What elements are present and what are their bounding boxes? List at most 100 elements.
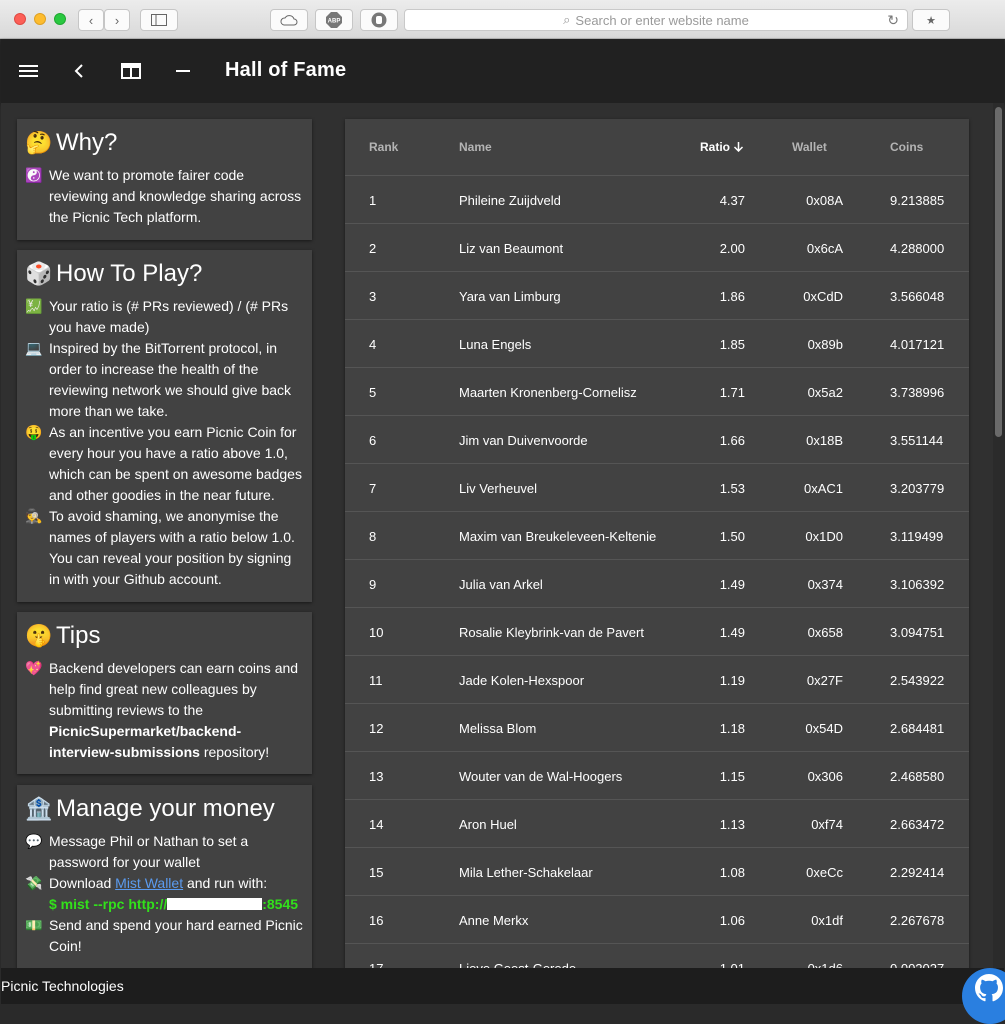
cell-wallet: 0xeCc bbox=[806, 865, 843, 880]
cell-rank: 4 bbox=[369, 337, 377, 352]
yin-yang-icon: ☯️ bbox=[25, 167, 43, 183]
cell-wallet: 0xAC1 bbox=[803, 481, 843, 496]
browser-back-button[interactable]: ‹ bbox=[78, 9, 104, 31]
cell-rank: 10 bbox=[369, 625, 384, 640]
list-item: 🤑 As an incentive you earn Picnic Coin f… bbox=[25, 422, 304, 506]
reload-icon[interactable]: ↻ bbox=[887, 12, 899, 29]
chevron-left-icon bbox=[74, 64, 83, 78]
table-row[interactable]: 15 Mila Lether-Schakelaar 1.08 0xeCc 2.29241… bbox=[345, 848, 969, 896]
cell-coins: 2.543922 bbox=[890, 673, 945, 688]
column-header-wallet[interactable]: Wallet bbox=[792, 140, 827, 154]
table-row[interactable]: 2 Liz van Beaumont 2.00 0x6cA 4.288000 bbox=[345, 224, 969, 272]
hamburger-icon bbox=[19, 65, 38, 77]
cell-rank: 11 bbox=[369, 673, 383, 688]
icloud-tabs-button[interactable] bbox=[270, 9, 308, 31]
extension-button[interactable] bbox=[360, 9, 398, 31]
page-scrollbar[interactable] bbox=[993, 103, 1004, 968]
cell-ratio: 1.71 bbox=[719, 385, 745, 400]
cell-name: Rosalie Kleybrink-van de Pavert bbox=[459, 625, 644, 640]
cell-wallet: 0x27F bbox=[806, 673, 843, 688]
table-row[interactable]: 9 Julia van Arkel 1.49 0x374 3.106392 bbox=[345, 560, 969, 608]
column-header-rank[interactable]: Rank bbox=[369, 140, 398, 154]
leaderboard-table: Rank Name Ratio Wallet Coins 1 Phileine Z… bbox=[345, 119, 969, 968]
table-row[interactable]: 16 Anne Merkx 1.06 0x1df 2.267678 bbox=[345, 896, 969, 944]
footer: Picnic Technologies bbox=[1, 968, 1004, 1004]
table-row[interactable]: 5 Maarten Kronenberg-Cornelisz 1.71 0x5a2 3.… bbox=[345, 368, 969, 416]
column-header-name[interactable]: Name bbox=[459, 140, 492, 154]
table-row[interactable]: 13 Wouter van de Wal-Hoogers 1.15 0x306 2.46… bbox=[345, 752, 969, 800]
table-row[interactable]: 3 Yara van Limburg 1.86 0xCdD 3.566048 bbox=[345, 272, 969, 320]
run-with-text: and run with: bbox=[183, 875, 268, 891]
money-face-icon: 🤑 bbox=[25, 424, 43, 440]
bookmark-button[interactable]: ★ bbox=[912, 9, 950, 31]
cell-wallet: 0x54D bbox=[805, 721, 843, 736]
cell-name: Lieve Geest-Gerede bbox=[459, 961, 576, 968]
cell-wallet: 0x1d6 bbox=[808, 961, 843, 968]
cell-name: Julia van Arkel bbox=[459, 577, 543, 592]
collapse-button[interactable] bbox=[171, 59, 195, 83]
cell-ratio: 1.49 bbox=[719, 577, 745, 592]
column-header-ratio[interactable]: Ratio bbox=[700, 140, 744, 154]
search-icon: ⌕ bbox=[563, 12, 571, 27]
scrollbar-thumb[interactable] bbox=[995, 107, 1002, 437]
how-to-play-title: How To Play? bbox=[56, 260, 203, 287]
cell-ratio: 1.18 bbox=[719, 721, 745, 736]
arrow-down-icon bbox=[734, 142, 744, 153]
table-row[interactable]: 12 Melissa Blom 1.18 0x54D 2.684481 bbox=[345, 704, 969, 752]
view-toggle-button[interactable] bbox=[119, 59, 143, 83]
star-icon: ★ bbox=[926, 14, 936, 27]
cell-rank: 6 bbox=[369, 433, 377, 448]
address-bar[interactable]: ⌕ Search or enter website name ↻ bbox=[404, 9, 908, 31]
table-row[interactable]: 14 Aron Huel 1.13 0xf74 2.663472 bbox=[345, 800, 969, 848]
adblock-button[interactable]: ABP bbox=[315, 9, 353, 31]
cell-name: Anne Merkx bbox=[459, 913, 529, 928]
table-row[interactable]: 10 Rosalie Kleybrink-van de Pavert 1.49 0x6… bbox=[345, 608, 969, 656]
zoom-window-button[interactable] bbox=[54, 13, 66, 25]
detective-icon: 🕵️ bbox=[25, 508, 43, 524]
github-button[interactable] bbox=[962, 968, 1005, 1024]
cell-rank: 15 bbox=[369, 865, 384, 880]
sidebar-toggle-button[interactable] bbox=[140, 9, 178, 31]
minus-icon bbox=[176, 70, 190, 72]
mist-wallet-link[interactable]: Mist Wallet bbox=[115, 875, 183, 891]
bank-icon: 🏦 bbox=[25, 796, 53, 821]
github-icon bbox=[975, 974, 1003, 1002]
command-port: :8545 bbox=[262, 896, 299, 912]
menu-button[interactable] bbox=[17, 59, 41, 83]
cell-wallet: 0x1D0 bbox=[805, 529, 843, 544]
chart-icon: 💹 bbox=[25, 298, 43, 314]
main-content: 🤔 Why? ☯️ We want to promote fairer code… bbox=[1, 103, 1004, 968]
browser-forward-button[interactable]: › bbox=[104, 9, 130, 31]
redacted-host bbox=[167, 898, 263, 910]
table-row[interactable]: 4 Luna Engels 1.85 0x89b 4.017121 bbox=[345, 320, 969, 368]
cell-ratio: 1.08 bbox=[719, 865, 745, 880]
table-row[interactable]: 11 Jade Kolen-Hexspoor 1.19 0x27F 2.543922 bbox=[345, 656, 969, 704]
tips-card: 🤫 Tips 💖 Backend developers can earn coi… bbox=[17, 612, 312, 774]
table-row[interactable]: 7 Liv Verheuvel 1.53 0xAC1 3.203779 bbox=[345, 464, 969, 512]
table-row[interactable]: 6 Jim van Duivenvoorde 1.66 0x18B 3.551144 bbox=[345, 416, 969, 464]
cell-wallet: 0x658 bbox=[807, 625, 843, 640]
minimize-window-button[interactable] bbox=[34, 13, 46, 25]
close-window-button[interactable] bbox=[14, 13, 26, 25]
cell-coins: 3.738996 bbox=[890, 385, 945, 400]
rule-text: Inspired by the BitTorrent protocol, in … bbox=[49, 340, 292, 419]
table-row[interactable]: 8 Maxim van Breukeleveen-Keltenie 1.50 0x1D… bbox=[345, 512, 969, 560]
rule-text: Your ratio is (# PRs reviewed) / (# PRs … bbox=[49, 298, 289, 335]
list-item: 💹 Your ratio is (# PRs reviewed) / (# PR… bbox=[25, 296, 304, 338]
cell-wallet: 0x08A bbox=[806, 193, 843, 208]
cell-wallet: 0x1df bbox=[811, 913, 843, 928]
cell-coins: 3.094751 bbox=[890, 625, 945, 640]
cell-wallet: 0x89b bbox=[807, 337, 843, 352]
cell-coins: 4.017121 bbox=[890, 337, 945, 352]
table-row[interactable]: 1 Phileine Zuijdveld 4.37 0x08A 9.213885 bbox=[345, 176, 969, 224]
table-row[interactable]: 17 Lieve Geest-Gerede 1.01 0x1d6 0.002027 bbox=[345, 944, 969, 968]
cell-coins: 3.203779 bbox=[890, 481, 945, 496]
cell-coins: 2.292414 bbox=[890, 865, 945, 880]
column-header-coins[interactable]: Coins bbox=[890, 140, 923, 154]
money-wings-icon: 💸 bbox=[25, 875, 43, 891]
dollar-bill-icon: 💵 bbox=[25, 917, 43, 933]
cell-name: Maxim van Breukeleveen-Keltenie bbox=[459, 529, 657, 544]
table-header: Rank Name Ratio Wallet Coins bbox=[345, 119, 969, 176]
back-button[interactable] bbox=[67, 59, 91, 83]
rule-text: To avoid shaming, we anonymise the names… bbox=[49, 508, 295, 587]
